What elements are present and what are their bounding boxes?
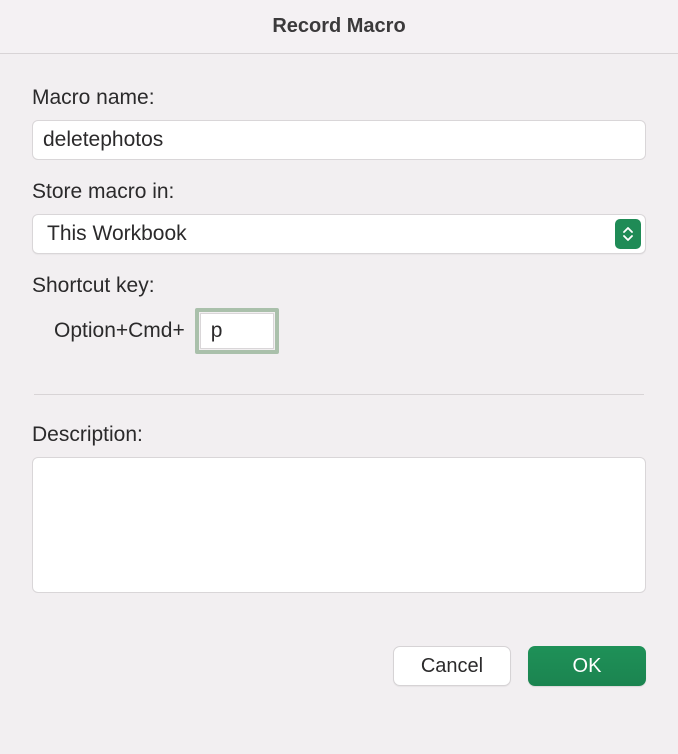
shortcut-prefix: Option+Cmd+ <box>54 319 185 343</box>
cancel-button[interactable]: Cancel <box>393 646 511 686</box>
shortcut-input-focus-ring <box>195 308 279 354</box>
store-in-group: Store macro in: This Workbook <box>32 180 646 254</box>
description-label: Description: <box>32 423 646 447</box>
divider <box>34 394 644 395</box>
shortcut-label: Shortcut key: <box>32 274 646 298</box>
description-textarea[interactable] <box>32 457 646 593</box>
description-group: Description: <box>32 423 646 598</box>
dialog-content: Macro name: Store macro in: This Workboo… <box>0 54 678 598</box>
ok-button[interactable]: OK <box>528 646 646 686</box>
dialog-title: Record Macro <box>272 15 405 38</box>
macro-name-group: Macro name: <box>32 86 646 160</box>
dialog-button-row: Cancel OK <box>0 618 678 686</box>
shortcut-row: Option+Cmd+ <box>32 308 646 354</box>
shortcut-group: Shortcut key: Option+Cmd+ <box>32 274 646 354</box>
macro-name-input[interactable] <box>32 120 646 160</box>
store-in-value: This Workbook <box>32 214 646 254</box>
macro-name-label: Macro name: <box>32 86 646 110</box>
shortcut-key-input[interactable] <box>200 313 274 349</box>
dialog-title-bar: Record Macro <box>0 0 678 54</box>
store-in-select[interactable]: This Workbook <box>32 214 646 254</box>
store-in-label: Store macro in: <box>32 180 646 204</box>
